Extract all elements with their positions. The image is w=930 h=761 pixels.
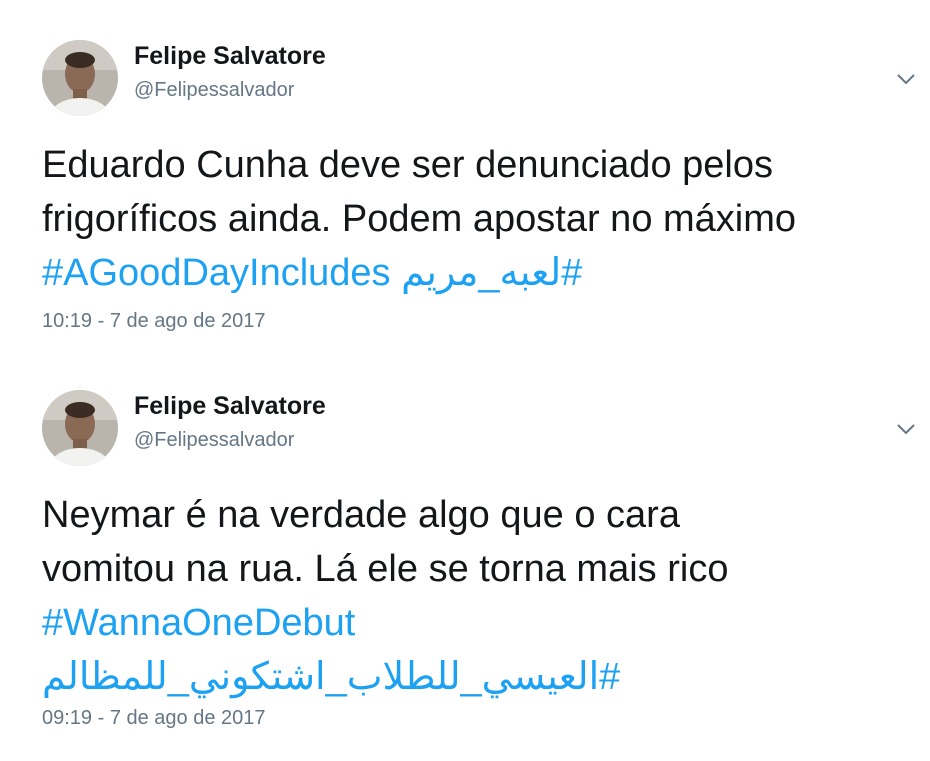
author-name[interactable]: Felipe Salvatore: [134, 392, 326, 421]
tweet-text-line: Neymar é na verdade algo que o cara: [42, 494, 680, 536]
tweet[interactable]: Felipe Salvatore @Felipessalvador Eduard…: [0, 0, 930, 350]
tweet-text-line: vomitou na rua. Lá ele se torna mais ric…: [42, 548, 729, 590]
hashtag-line: #AGoodDayIncludes #لعبه_مريم: [42, 246, 922, 300]
hashtag-link[interactable]: #WannaOneDebut: [42, 602, 355, 644]
author-name[interactable]: Felipe Salvatore: [134, 42, 326, 71]
avatar[interactable]: [42, 40, 118, 116]
author-handle[interactable]: @Felipessalvador: [134, 79, 294, 102]
hashtag-link[interactable]: #لعبه_مريم: [401, 252, 582, 294]
avatar-photo: [42, 40, 118, 116]
hashtag-link[interactable]: #AGoodDayIncludes: [42, 252, 391, 294]
tweet-text: Eduardo Cunha deve ser denunciado pelos …: [42, 138, 922, 300]
tweet-text: Neymar é na verdade algo que o cara vomi…: [42, 488, 922, 704]
chevron-down-icon[interactable]: [893, 418, 919, 440]
tweet-timestamp[interactable]: 10:19 - 7 de ago de 2017: [42, 310, 266, 333]
avatar[interactable]: [42, 390, 118, 466]
avatar-photo: [42, 390, 118, 466]
tweet-text-line: Eduardo Cunha deve ser denunciado pelos: [42, 144, 773, 186]
hashtag-line: #العيسي_للطلاب_اشتكوني_للمظالم: [42, 650, 922, 704]
tweet-timestamp[interactable]: 09:19 - 7 de ago de 2017: [42, 707, 266, 730]
tweet[interactable]: Felipe Salvatore @Felipessalvador Neymar…: [0, 350, 930, 761]
author-handle[interactable]: @Felipessalvador: [134, 429, 294, 452]
hashtag-line: #WannaOneDebut: [42, 596, 922, 650]
hashtag-link[interactable]: #العيسي_للطلاب_اشتكوني_للمظالم: [42, 656, 620, 698]
tweet-text-line: frigoríficos ainda. Podem apostar no máx…: [42, 198, 797, 240]
chevron-down-icon[interactable]: [893, 68, 919, 90]
